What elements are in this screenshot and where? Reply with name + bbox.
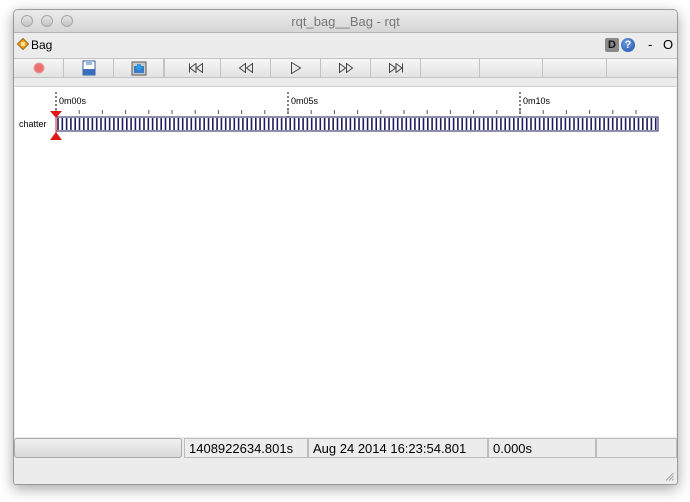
status-bar: 1408922634.801s Aug 24 2014 16:23:54.801…	[14, 438, 677, 458]
topic-label-chatter: chatter	[19, 119, 47, 129]
topic-row-chatter	[55, 116, 659, 132]
skip-end-icon	[388, 63, 403, 73]
save-bag-button[interactable]	[114, 59, 164, 77]
go-to-end-button[interactable]	[371, 59, 421, 77]
time-label: 0m05s	[291, 96, 319, 106]
bag-timeline[interactable]: 0m00s 0m05s 0m10s chatter	[15, 86, 676, 437]
rqt-window: rqt_bag__Bag - rqt Bag D ? - O 0m00s 0m0…	[13, 9, 678, 485]
help-button[interactable]: ?	[621, 38, 635, 52]
play-button[interactable]	[271, 59, 321, 77]
title-bar: rqt_bag__Bag - rqt	[14, 10, 677, 33]
open-bag-button[interactable]	[64, 59, 114, 77]
fast-forward-icon	[338, 63, 353, 73]
elapsed-readout: 0.000s	[488, 438, 596, 458]
close-plugin-button[interactable]: O	[663, 37, 673, 52]
status-spare-cell	[596, 438, 677, 458]
debug-button[interactable]: D	[605, 38, 619, 52]
record-button[interactable]	[14, 59, 64, 77]
timeline-canvas[interactable]: 0m00s 0m05s 0m10s chatter	[15, 87, 676, 437]
play-icon	[290, 62, 301, 74]
save-icon	[131, 61, 146, 76]
skip-start-icon	[188, 63, 203, 73]
plugin-title: Bag	[31, 38, 53, 52]
progress-bar	[14, 438, 182, 458]
rewind-button[interactable]	[221, 59, 271, 77]
timestamp-readout: 1408922634.801s	[184, 438, 308, 458]
bag-toolbar	[14, 58, 677, 78]
record-icon	[33, 62, 44, 74]
go-to-beginning-button[interactable]	[171, 59, 221, 77]
rewind-icon	[238, 63, 253, 73]
date-readout: Aug 24 2014 16:23:54.801	[308, 438, 488, 458]
minimize-plugin-button[interactable]: -	[648, 37, 652, 52]
time-label: 0m00s	[59, 96, 87, 106]
bag-icon	[17, 38, 29, 50]
time-label: 0m10s	[523, 96, 551, 106]
fast-forward-button[interactable]	[321, 59, 371, 77]
resize-grip-icon[interactable]	[664, 471, 674, 481]
open-icon	[82, 60, 95, 76]
playhead-bottom-marker	[50, 132, 62, 140]
plugin-header: Bag D ? - O	[14, 33, 677, 57]
window-title: rqt_bag__Bag - rqt	[291, 14, 400, 29]
